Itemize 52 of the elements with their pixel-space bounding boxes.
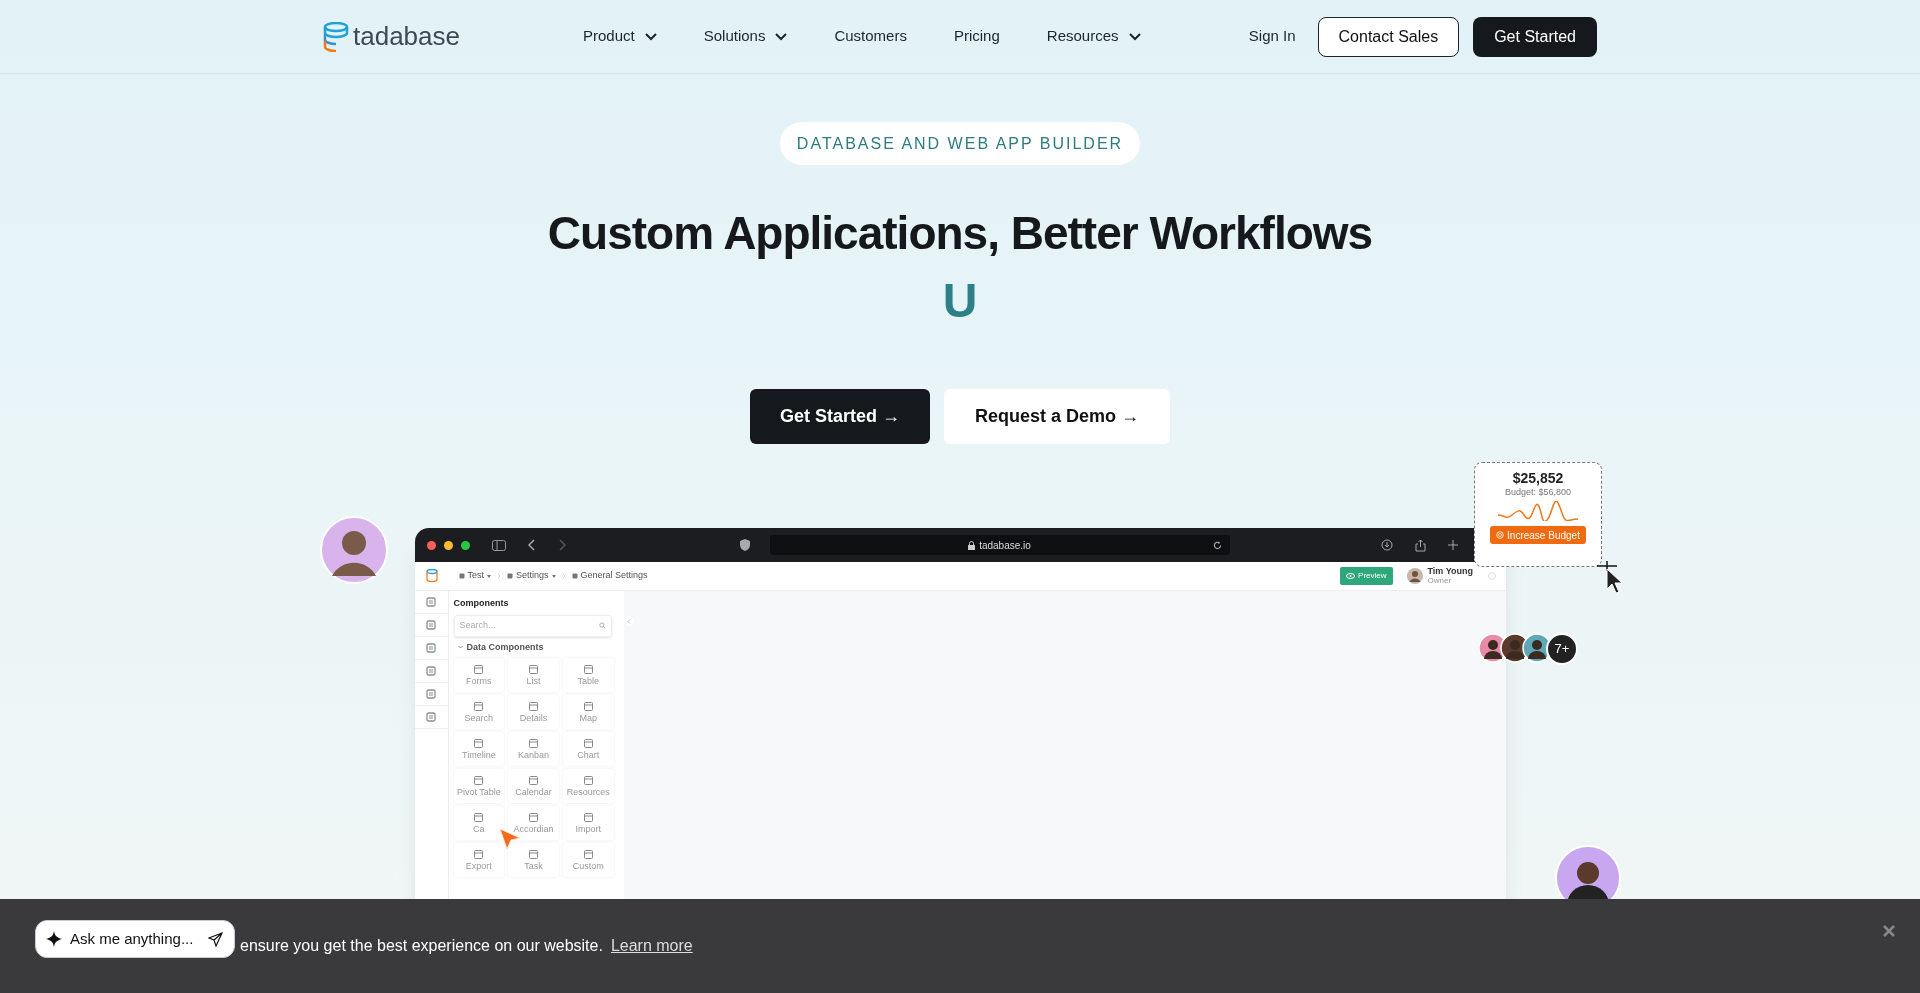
increase-budget-button[interactable]: Increase Budget	[1490, 526, 1586, 544]
nav-link[interactable]: Product	[583, 25, 657, 48]
get-started-button[interactable]: Get Started	[1473, 16, 1597, 57]
chat-input[interactable]: Ask me anything...	[70, 927, 200, 951]
component-tile[interactable]: List	[508, 658, 559, 692]
component-tile[interactable]: Import	[562, 806, 614, 840]
user-role: Owner	[1427, 576, 1453, 586]
component-tile[interactable]: Search	[453, 695, 505, 729]
component-tile[interactable]: Ca	[453, 806, 505, 840]
breadcrumb-link[interactable]: Test	[458, 569, 491, 583]
logo-text[interactable]: tadabase	[353, 17, 460, 56]
nav-link[interactable]: Solutions	[703, 25, 788, 48]
url-text: tadabase.io	[979, 538, 1031, 553]
typed-word: U	[942, 273, 978, 329]
component-tile[interactable]: Calendar	[508, 769, 559, 803]
budget-label: Budget: $56,800	[1504, 486, 1572, 498]
more-count: 7+	[1546, 633, 1578, 665]
nav-link[interactable]: Resources	[1046, 25, 1141, 48]
request-demo-button[interactable]: Request a Demo →	[944, 389, 1171, 444]
component-tile[interactable]: Forms	[453, 658, 505, 692]
component-tile[interactable]: Details	[508, 695, 559, 729]
breadcrumb-link[interactable]: Settings	[507, 569, 556, 583]
component-tile[interactable]: Chart	[562, 732, 614, 766]
component-tile[interactable]: Map	[562, 695, 614, 729]
learn-more-link[interactable]: Learn more	[610, 934, 693, 958]
breadcrumb-link[interactable]: General Settings	[571, 569, 648, 583]
component-tile[interactable]: Custom	[562, 843, 614, 877]
nav-link[interactable]: Pricing	[953, 25, 1000, 48]
component-tile[interactable]: Table	[562, 658, 614, 692]
component-tile[interactable]: Pivot Table	[453, 769, 505, 803]
component-tile[interactable]: Kanban	[508, 732, 559, 766]
user-name: Tim Young	[1427, 566, 1474, 576]
search-input[interactable]: Search...	[459, 618, 599, 633]
component-tile[interactable]: Resources	[562, 769, 614, 803]
hero-heading: Custom Applications, Better Workflows	[547, 206, 1373, 261]
component-tile[interactable]: Timeline	[453, 732, 505, 766]
section-heading[interactable]: Data Components	[466, 640, 544, 654]
preview-button[interactable]: Preview	[1340, 567, 1393, 585]
get-started-button[interactable]: Get Started →	[749, 389, 930, 444]
panel-title: Components	[453, 597, 510, 610]
search-field[interactable]: Search...	[453, 614, 612, 637]
address-bar[interactable]: tadabase.io	[769, 535, 1230, 555]
component-tile[interactable]: Export	[453, 843, 505, 877]
sign-in-link[interactable]: Sign In	[1248, 25, 1296, 48]
component-tile[interactable]: Accordian	[508, 806, 559, 840]
cookie-text: ensure you get the best experience on our website.	[240, 936, 603, 956]
hero-badge: DATABASE AND WEB APP BUILDER	[779, 122, 1141, 165]
chat-field[interactable]: Ask me anything...	[35, 920, 235, 958]
nav-link[interactable]: Customers	[834, 25, 907, 48]
contact-sales-button[interactable]: Contact Sales	[1317, 16, 1460, 57]
budget-amount: $25,852	[1512, 470, 1564, 486]
component-tile[interactable]: Task	[508, 843, 559, 877]
